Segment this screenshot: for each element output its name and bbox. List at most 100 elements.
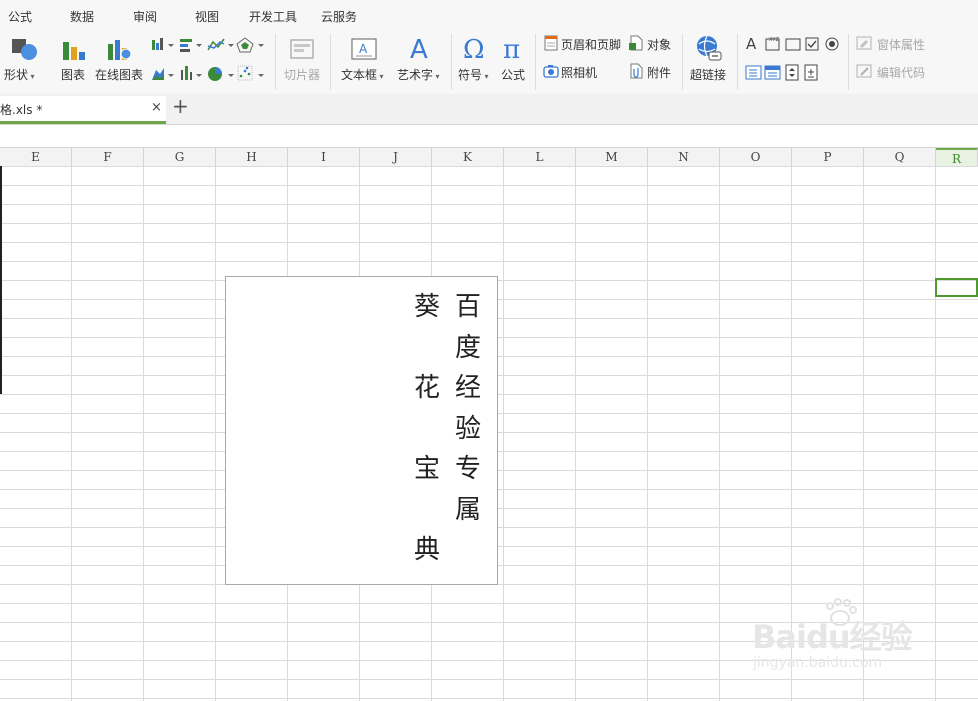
ribbon-separator: [330, 34, 331, 90]
object-label: 对象: [647, 38, 672, 52]
scrollbar-control-icon: [804, 64, 818, 81]
close-tab-icon[interactable]: ×: [151, 100, 162, 115]
column-header-g[interactable]: G: [144, 148, 216, 166]
ribbon-separator: [535, 34, 536, 90]
textbox-column-right: 百 度 经 验 专 属: [453, 287, 483, 530]
header-footer-icon: [544, 35, 558, 51]
char: [412, 490, 442, 531]
char: 度: [454, 332, 481, 363]
column-header-m[interactable]: M: [576, 148, 648, 166]
camera-label: 照相机: [561, 66, 598, 80]
radar-chart-icon: [236, 37, 264, 53]
svg-text:π: π: [503, 35, 520, 62]
formula-bar[interactable]: [0, 125, 978, 148]
column-header-o[interactable]: O: [720, 148, 792, 166]
textbox-label: 文本框: [341, 66, 384, 83]
scatter-chart-icon: [237, 65, 264, 81]
edit-code-label: 编辑代码: [877, 66, 926, 80]
textbox-column-left: 葵 花 宝 典: [412, 287, 442, 571]
omega-icon: Ω: [463, 35, 485, 62]
column-headers: E F G H I J K L M N O P Q R: [0, 148, 978, 167]
form-control-icons-2: [745, 64, 818, 81]
document-tab-bar: 表格.xls * × +: [0, 94, 978, 125]
column-header-p[interactable]: P: [792, 148, 864, 166]
ribbon-separator: [275, 34, 276, 90]
watermark-logo-text: Baidu经验: [752, 618, 913, 656]
line-chart-icon: [207, 38, 234, 51]
formula-button[interactable]: π 公式: [498, 34, 530, 90]
hyperlink-globe-icon: [697, 35, 722, 61]
column-header-n[interactable]: N: [648, 148, 720, 166]
slicer-icon: [290, 39, 314, 59]
camera-icon: [543, 65, 559, 78]
column-header-e[interactable]: E: [0, 148, 72, 166]
slicer-button[interactable]: 切片器: [282, 34, 322, 90]
grid-left-border: [0, 166, 2, 394]
wordart-button[interactable]: A 艺术字: [394, 34, 444, 90]
column-header-q[interactable]: Q: [864, 148, 936, 166]
symbol-button[interactable]: Ω 符号: [456, 34, 494, 90]
char: [412, 328, 442, 369]
baidu-watermark: Baidu经验 jingyan.baidu.com: [752, 598, 952, 678]
menu-formula[interactable]: 公式: [8, 8, 32, 25]
ribbon-toolbar: 形状 图表 在线图表: [0, 30, 978, 94]
bar-chart-h-icon: [180, 39, 202, 52]
menu-data[interactable]: 数据: [70, 8, 94, 25]
svg-text:A: A: [410, 35, 428, 62]
camera-button[interactable]: 照相机: [541, 62, 605, 82]
column-header-i[interactable]: I: [288, 148, 360, 166]
label-control-icon: A: [746, 35, 757, 53]
attachment-label: 附件: [647, 66, 672, 80]
area-chart-icon: [152, 68, 174, 80]
column-chart-icon: [152, 38, 174, 50]
document-tab-label: 表格.xls *: [0, 103, 43, 117]
edit-code-button[interactable]: 编辑代码: [855, 62, 927, 82]
combobox-control-icon: [764, 65, 781, 80]
document-tab[interactable]: 表格.xls * ×: [0, 96, 166, 124]
shape-button[interactable]: 形状: [4, 34, 44, 90]
menu-cloud[interactable]: 云服务: [321, 8, 357, 25]
char: 经: [454, 373, 481, 403]
object-button[interactable]: 对象: [627, 34, 675, 54]
char: 验: [454, 413, 481, 444]
vertical-textbox[interactable]: 百 度 经 验 专 属 葵 花 宝 典: [225, 276, 498, 585]
header-footer-label: 页眉和页脚: [561, 38, 622, 52]
menu-developer[interactable]: 开发工具: [249, 8, 297, 25]
form-controls-row2: [744, 63, 844, 83]
new-tab-icon[interactable]: +: [172, 94, 189, 118]
groupbox-control-icon: XYZ: [765, 37, 780, 51]
column-header-k[interactable]: K: [432, 148, 504, 166]
window-properties-label: 窗体属性: [877, 38, 926, 52]
column-header-j[interactable]: J: [360, 148, 432, 166]
shape-label: 形状: [4, 66, 35, 83]
textbox-button[interactable]: A 文本框: [338, 34, 388, 90]
slicer-label: 切片器: [284, 68, 321, 82]
menu-review[interactable]: 审阅: [133, 8, 157, 25]
header-footer-button[interactable]: 页眉和页脚: [541, 34, 625, 54]
object-icon: [629, 35, 643, 51]
menu-bar: 公式 数据 审阅 视图 开发工具 云服务: [0, 0, 978, 30]
radio-control-icon: [825, 37, 839, 51]
edit-code-icon: [856, 64, 872, 78]
menu-view[interactable]: 视图: [195, 8, 219, 25]
properties-icon: [856, 36, 872, 50]
selected-cell[interactable]: [935, 278, 978, 297]
char: 典: [413, 535, 440, 565]
online-chart-button[interactable]: 在线图表: [94, 34, 144, 90]
char: [412, 409, 442, 450]
hyperlink-label: 超链接: [690, 68, 727, 82]
column-header-h[interactable]: H: [216, 148, 288, 166]
attachment-button[interactable]: 附件: [627, 62, 675, 82]
column-header-l[interactable]: L: [504, 148, 576, 166]
column-header-r[interactable]: R: [936, 148, 978, 166]
form-control-icons: A XYZ: [746, 35, 839, 53]
wordart-icon: A: [410, 35, 428, 62]
svg-text:A: A: [359, 42, 368, 56]
chart-type-icons: [152, 37, 264, 81]
hyperlink-button[interactable]: 超链接: [688, 34, 730, 90]
column-header-f[interactable]: F: [72, 148, 144, 166]
online-chart-icon: [108, 40, 132, 60]
window-properties-button[interactable]: 窗体属性: [855, 34, 927, 54]
chart-button[interactable]: 图表: [58, 34, 90, 90]
ribbon-separator: [682, 34, 683, 90]
